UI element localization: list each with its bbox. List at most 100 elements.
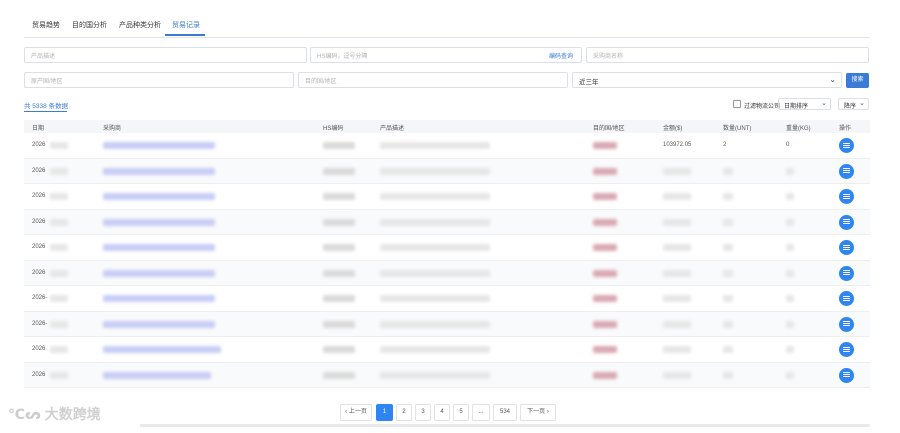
page-ellipsis: ...: [472, 404, 490, 421]
cell-destination-redacted: [593, 269, 617, 277]
table-row[interactable]: 2026: [24, 235, 870, 261]
sort-order-value: 降序: [844, 104, 857, 110]
bottom-scroll-track: [140, 424, 870, 427]
header-amount[interactable]: 金额($): [663, 123, 682, 132]
chevron-down-icon: ⌄: [821, 100, 827, 107]
cell-destination-redacted: [593, 193, 617, 200]
product-description-input[interactable]: 产品描述: [24, 47, 307, 63]
cell-destination-redacted: [593, 218, 617, 226]
cell-weight-redacted: [786, 269, 794, 277]
cell-quantity-redacted: [723, 167, 733, 175]
page-button-1[interactable]: 1: [376, 404, 393, 421]
page-button-2[interactable]: 2: [396, 404, 412, 421]
destination-country-placeholder: 目的国/地区: [305, 79, 337, 85]
cell-weight-redacted: [786, 320, 794, 328]
buyer-name-input[interactable]: 采购商名称: [586, 47, 869, 63]
page-button-5[interactable]: 5: [453, 404, 469, 421]
list-icon[interactable]: [839, 367, 854, 383]
table-row[interactable]: 2026 103972.05 2 0: [24, 133, 870, 159]
table-row[interactable]: 2026: [24, 362, 870, 388]
cell-quantity-redacted: [723, 269, 733, 277]
table-row[interactable]: 2026-: [24, 311, 870, 337]
next-page-button[interactable]: 下一页 ›: [520, 404, 556, 421]
cell-hs-code-redacted: [323, 371, 355, 379]
table-row[interactable]: 2026: [24, 337, 870, 363]
cell-buyer-redacted[interactable]: [103, 193, 215, 200]
cell-date: 2026-: [32, 320, 48, 327]
tab-trade-trend[interactable]: 贸易趋势: [32, 20, 60, 30]
cell-weight: 0: [786, 142, 790, 148]
table-row[interactable]: 2026: [24, 158, 870, 184]
list-icon[interactable]: [839, 214, 854, 230]
page-button-last[interactable]: 534: [493, 404, 517, 421]
header-quantity[interactable]: 数量(UNT): [723, 123, 751, 132]
cell-buyer-redacted[interactable]: [103, 218, 215, 226]
cell-date-redacted: [50, 193, 68, 200]
header-hs-code[interactable]: HS编码: [323, 123, 343, 132]
filter-logistics-label: 过滤物流公司: [744, 104, 781, 110]
cell-hs-code-redacted: [323, 346, 355, 353]
page-button-4[interactable]: 4: [434, 404, 450, 421]
cell-date: 2026: [32, 269, 46, 276]
header-product-description[interactable]: 产品描述: [380, 123, 404, 132]
header-destination[interactable]: 目的国/地区: [593, 123, 625, 132]
cell-amount-redacted: [663, 371, 691, 379]
cell-weight-redacted: [786, 295, 794, 302]
prev-page-button[interactable]: ‹ 上一页: [340, 404, 372, 421]
cell-buyer-redacted[interactable]: [103, 244, 215, 251]
cell-date-redacted: [50, 371, 68, 379]
sort-field-select[interactable]: 日期排序 ⌄: [778, 98, 831, 110]
list-icon[interactable]: [839, 316, 854, 332]
buyer-name-placeholder: 采购商名称: [593, 54, 624, 60]
table-row[interactable]: 2026: [24, 260, 870, 286]
list-icon[interactable]: [839, 342, 854, 357]
tab-destination-analysis[interactable]: 目的国分析: [72, 20, 107, 30]
header-buyer[interactable]: 采购商: [103, 123, 121, 132]
list-icon[interactable]: [839, 291, 854, 306]
period-select-value: 近三年: [579, 79, 599, 86]
list-icon[interactable]: [839, 189, 854, 204]
cell-destination-redacted: [593, 142, 617, 149]
chevron-down-icon: ⌄: [859, 100, 865, 107]
cell-destination-redacted: [593, 346, 617, 353]
pagination: ‹ 上一页 1 2 3 4 5 ... 534 下一页 ›: [340, 404, 560, 421]
table-row[interactable]: 2026: [24, 184, 870, 210]
cell-buyer-redacted[interactable]: [103, 346, 221, 353]
cell-date-redacted: [50, 295, 68, 302]
list-icon[interactable]: [839, 163, 854, 179]
cell-hs-code-redacted: [323, 295, 355, 302]
table-row[interactable]: 2026: [24, 209, 870, 235]
cell-destination-redacted: [593, 320, 617, 328]
tab-product-category-analysis[interactable]: 产品种类分析: [119, 20, 161, 30]
cell-product-description-redacted: [380, 346, 490, 353]
cell-weight-redacted: [786, 167, 794, 175]
list-icon[interactable]: [839, 138, 854, 153]
origin-country-input[interactable]: 原产国/地区: [24, 72, 294, 88]
page-button-3[interactable]: 3: [415, 404, 431, 421]
cell-buyer-redacted[interactable]: [103, 142, 215, 149]
cell-buyer-redacted[interactable]: [103, 167, 215, 175]
table-row[interactable]: 2026-: [24, 286, 870, 312]
destination-country-input[interactable]: 目的国/地区: [298, 72, 568, 88]
result-count-underline: [24, 111, 67, 112]
cell-amount-redacted: [663, 167, 691, 175]
hs-code-input[interactable]: HS编码，逗号分隔 编码查询: [310, 47, 582, 63]
hs-code-lookup-link[interactable]: 编码查询: [549, 51, 573, 60]
search-button[interactable]: 搜索: [846, 73, 869, 88]
sort-order-select[interactable]: 降序 ⌄: [838, 98, 869, 110]
filter-logistics-checkbox[interactable]: [733, 100, 741, 108]
list-icon[interactable]: [839, 265, 854, 281]
cell-amount-redacted: [663, 244, 691, 251]
header-weight[interactable]: 重量(KG): [786, 123, 811, 132]
cell-buyer-redacted[interactable]: [103, 371, 211, 379]
list-icon[interactable]: [839, 240, 854, 255]
cell-date-redacted: [50, 269, 68, 277]
tab-trade-records[interactable]: 贸易记录: [172, 20, 200, 30]
cell-product-description-redacted: [380, 218, 490, 226]
cell-buyer-redacted[interactable]: [103, 269, 215, 277]
header-date[interactable]: 日期: [32, 123, 44, 132]
period-select[interactable]: 近三年 ⌄: [572, 72, 842, 88]
cell-buyer-redacted[interactable]: [103, 320, 215, 328]
cell-buyer-redacted[interactable]: [103, 295, 215, 302]
cell-amount-redacted: [663, 193, 691, 200]
